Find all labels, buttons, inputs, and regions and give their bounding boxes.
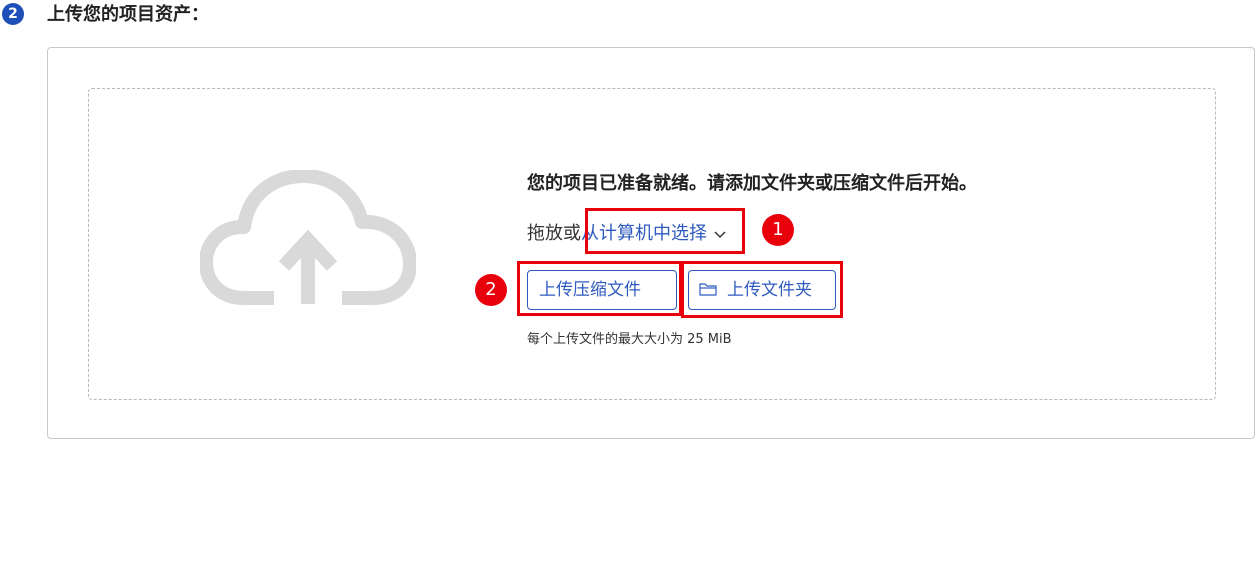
step-title: 上传您的项目资产： bbox=[47, 4, 209, 25]
upload-folder-label: 上传文件夹 bbox=[727, 280, 812, 300]
step-number-badge: 2 bbox=[2, 3, 24, 25]
upload-folder-button[interactable]: 上传文件夹 bbox=[688, 270, 836, 310]
max-size-note: 每个上传文件的最大大小为 25 MiB bbox=[527, 332, 732, 347]
drop-or-choose-line: 拖放或从计算机中选择 bbox=[527, 220, 727, 248]
chevron-down-icon[interactable] bbox=[713, 227, 727, 241]
upload-zip-label: 上传压缩文件 bbox=[539, 280, 641, 300]
cloud-upload-icon bbox=[200, 170, 416, 305]
annotation-badge-2: 2 bbox=[475, 274, 507, 306]
upload-zip-button[interactable]: 上传压缩文件 bbox=[527, 270, 677, 310]
ready-message: 您的项目已准备就绪。请添加文件夹或压缩文件后开始。 bbox=[527, 173, 977, 194]
annotation-badge-1: 1 bbox=[762, 214, 794, 246]
choose-from-computer-link[interactable]: 从计算机中选择 bbox=[581, 223, 707, 244]
drop-prefix-text: 拖放或 bbox=[527, 223, 581, 244]
folder-icon bbox=[699, 282, 717, 296]
step-header: 2 上传您的项目资产： bbox=[0, 0, 400, 32]
